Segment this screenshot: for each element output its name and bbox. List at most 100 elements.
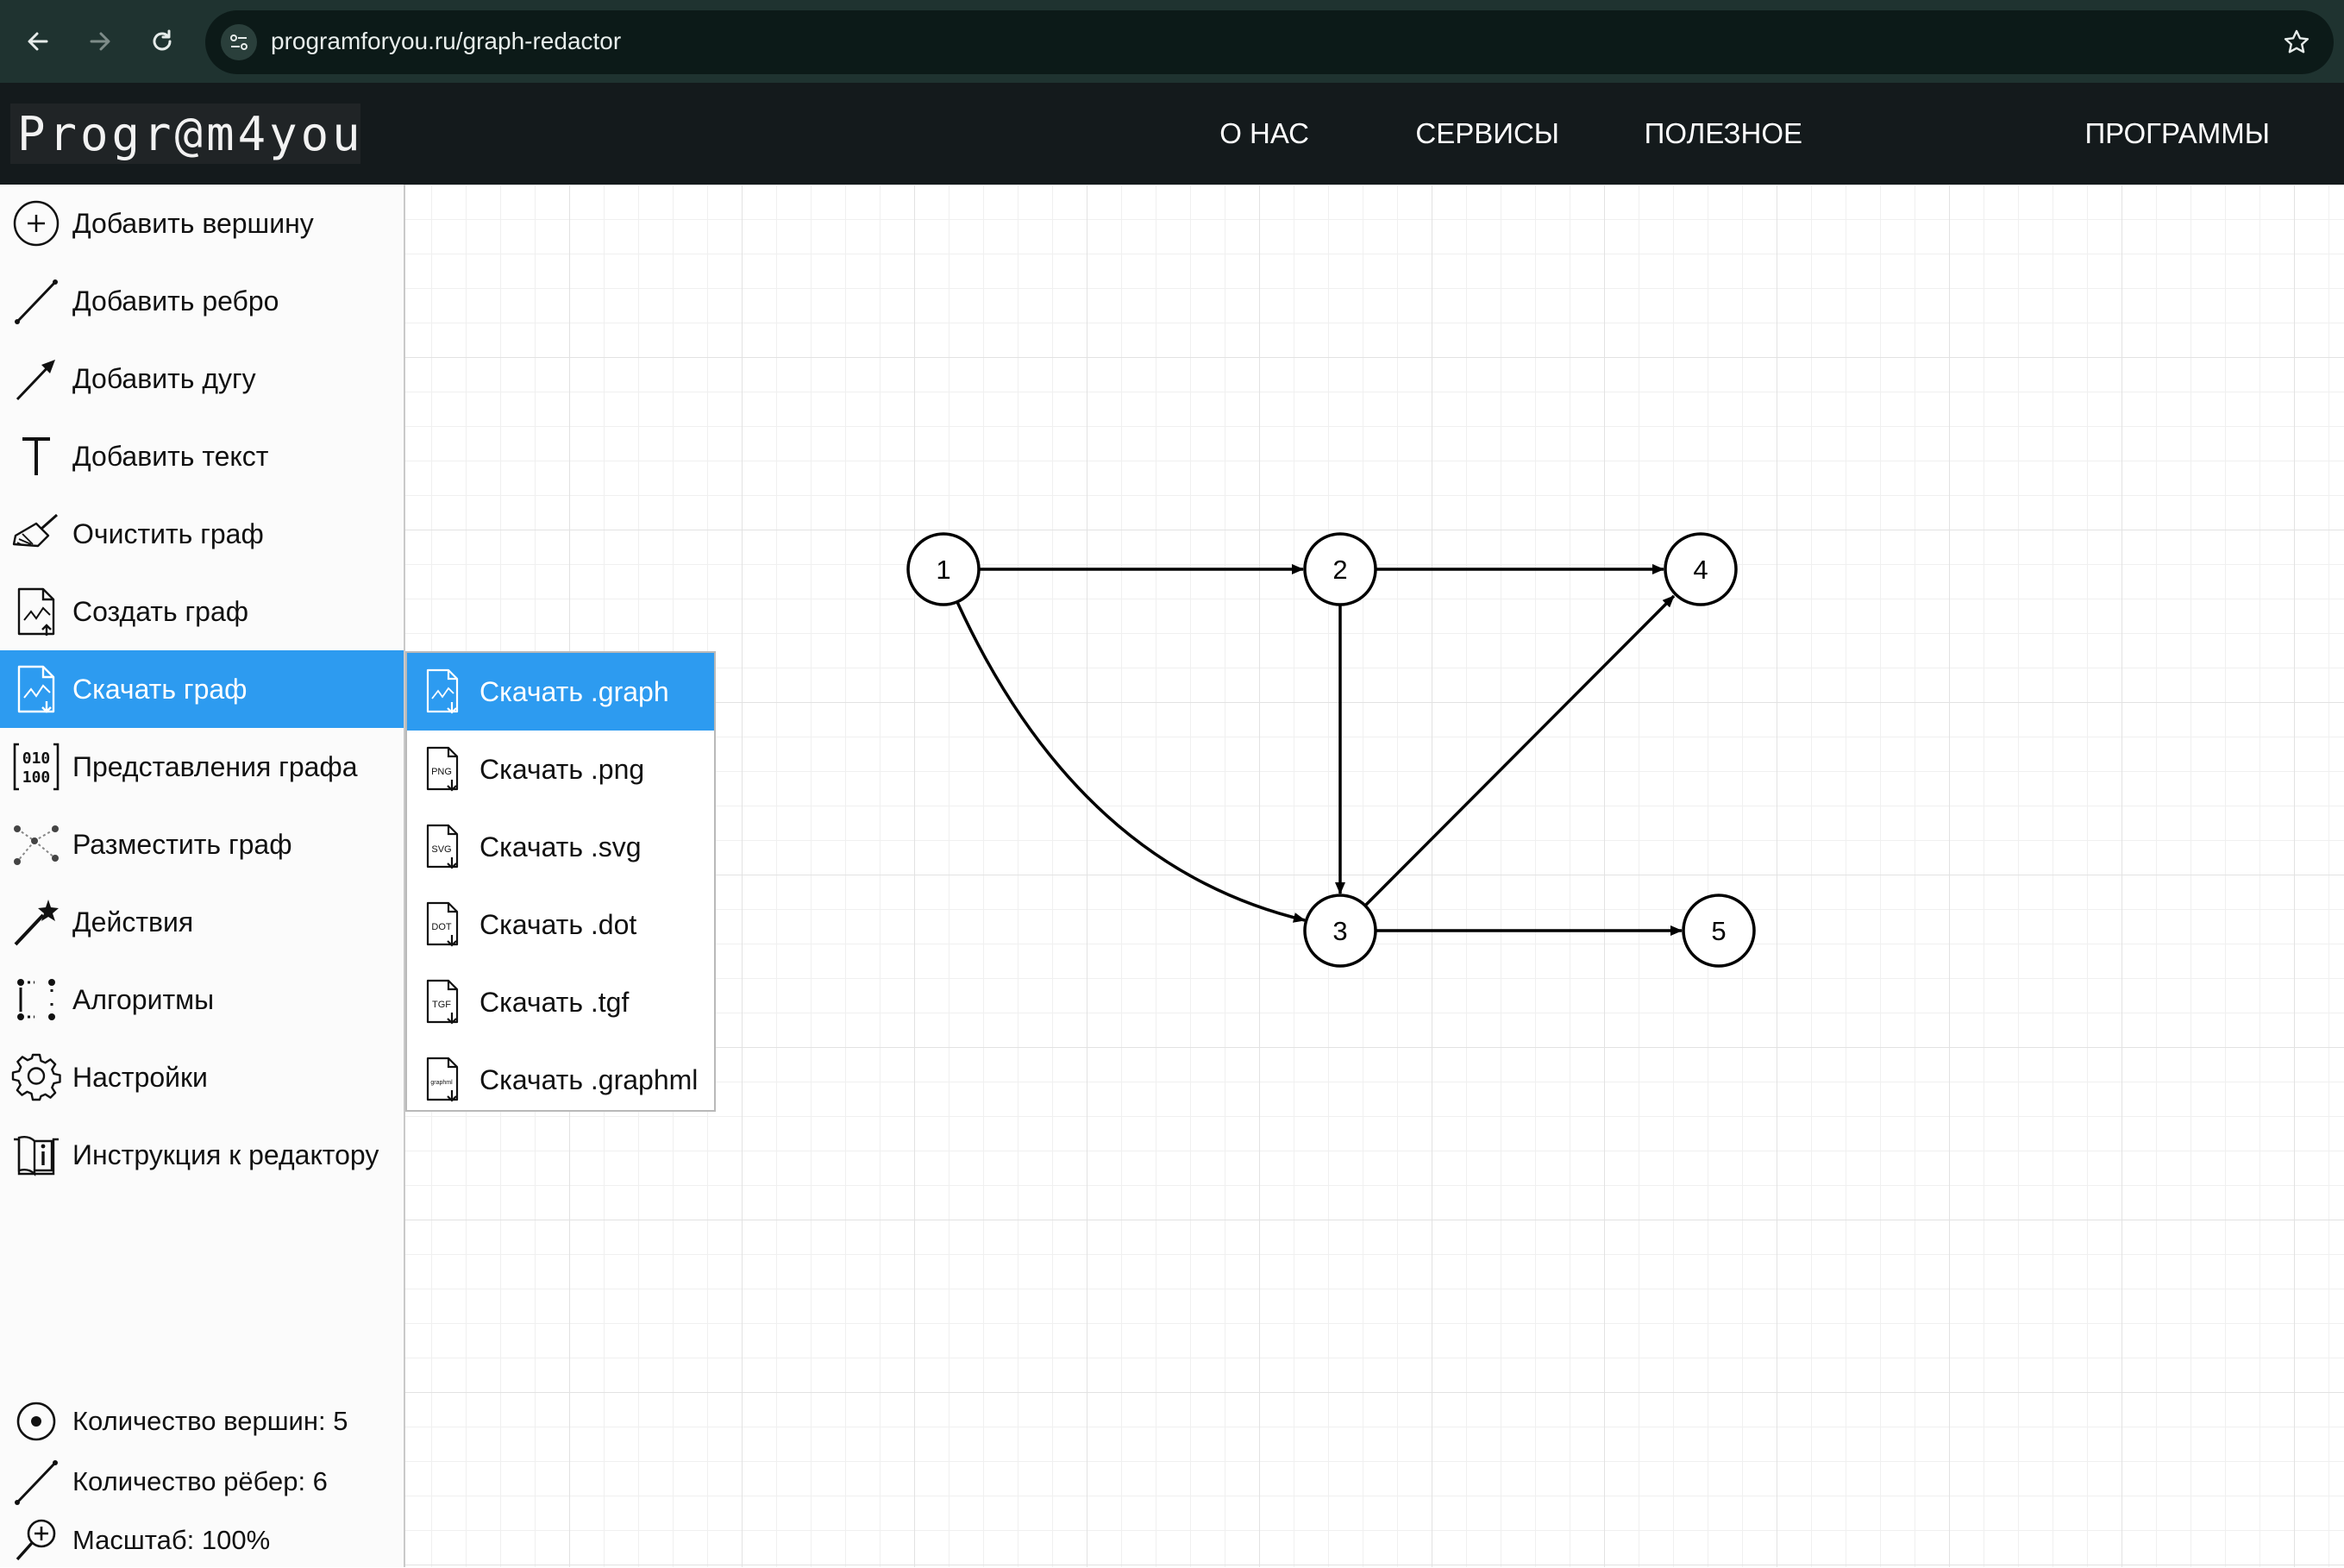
svg-badge: SVG xyxy=(431,844,451,855)
download-graph-option[interactable]: Скачать .graph xyxy=(407,653,714,731)
sidebar-item-editor-manual[interactable]: Инструкция к редактору xyxy=(0,1116,404,1194)
download-graphml-option[interactable]: graphml Скачать .graphml xyxy=(407,1041,714,1119)
sidebar-item-label: Разместить граф xyxy=(72,828,292,860)
sidebar-item-label: Добавить дугу xyxy=(72,362,256,394)
add-arc-icon xyxy=(0,340,72,417)
vertex-count: Количество вершин: 5 xyxy=(0,1394,404,1449)
sidebar-item-label: Создать граф xyxy=(72,595,249,627)
sidebar-item-label: Скачать граф xyxy=(72,673,248,705)
download-option-label: Скачать .dot xyxy=(479,908,637,940)
graph-node-5[interactable]: 5 xyxy=(1682,894,1756,968)
address-bar[interactable]: programforyou.ru/graph-redactor xyxy=(205,10,2334,74)
graph-node-4[interactable]: 4 xyxy=(1664,532,1738,606)
add-vertex-icon xyxy=(0,185,72,262)
sidebar-item-download-graph[interactable]: Скачать граф xyxy=(0,650,404,728)
graph-node-label: 1 xyxy=(936,555,950,585)
graph-node-3[interactable]: 3 xyxy=(1303,894,1377,968)
site-header: Progr@m4you О НАС СЕРВИСЫ ПОЛЕЗНОЕ ПРОГР… xyxy=(0,83,2344,185)
create-graph-icon xyxy=(0,573,72,650)
sidebar-item-create-graph[interactable]: Создать граф xyxy=(0,573,404,650)
sidebar-item-layout-graph[interactable]: Разместить граф xyxy=(0,806,404,883)
nav-programs[interactable]: ПРОГРАММЫ xyxy=(2084,117,2270,150)
zoom-in-icon xyxy=(0,1513,72,1568)
url-text: programforyou.ru/graph-redactor xyxy=(271,28,622,54)
edge-count-icon xyxy=(0,1454,72,1509)
gear-icon xyxy=(0,1038,72,1116)
sidebar-item-graph-representations[interactable]: 010 100 Представления графа xyxy=(0,728,404,806)
download-tgf-option[interactable]: TGF Скачать .tgf xyxy=(407,963,714,1041)
sidebar-item-label: Представления графа xyxy=(72,750,358,782)
sidebar-item-clear-graph[interactable]: Очистить граф xyxy=(0,495,404,573)
sidebar-item-label: Алгоритмы xyxy=(72,983,215,1015)
svg-text:100: 100 xyxy=(22,768,51,787)
site-logo[interactable]: Progr@m4you xyxy=(10,103,360,164)
sidebar-item-actions[interactable]: Действия xyxy=(0,883,404,961)
download-option-label: Скачать .tgf xyxy=(479,986,630,1018)
sidebar-item-label: Инструкция к редактору xyxy=(72,1138,379,1170)
layout-graph-icon xyxy=(0,806,72,883)
download-option-label: Скачать .graph xyxy=(479,675,669,707)
tgf-badge: TGF xyxy=(432,1000,451,1010)
dot-badge: DOT xyxy=(431,922,452,932)
book-info-icon xyxy=(0,1116,72,1194)
download-graph-file-icon xyxy=(407,653,479,731)
graph-edge-3-4[interactable] xyxy=(1363,594,1676,907)
svg-file-icon: SVG xyxy=(407,808,479,886)
download-option-label: Скачать .svg xyxy=(479,831,642,862)
sidebar-item-settings[interactable]: Настройки xyxy=(0,1038,404,1116)
sidebar: Добавить вершину Добавить ребро Добавить… xyxy=(0,185,405,1567)
dot-file-icon: DOT xyxy=(407,886,479,963)
sidebar-item-label: Очистить граф xyxy=(72,517,264,549)
graph-node-label: 5 xyxy=(1711,916,1726,946)
zoom-level-text: Масштаб: 100% xyxy=(72,1525,271,1555)
algorithms-icon xyxy=(0,961,72,1038)
download-svg-option[interactable]: SVG Скачать .svg xyxy=(407,808,714,886)
broom-icon xyxy=(0,495,72,573)
download-option-label: Скачать .graphml xyxy=(479,1063,699,1095)
magic-wand-icon xyxy=(0,883,72,961)
add-text-icon xyxy=(0,417,72,495)
sidebar-item-label: Действия xyxy=(72,906,194,938)
png-badge: PNG xyxy=(431,767,452,777)
nav-about[interactable]: О НАС xyxy=(1219,117,1309,150)
vertex-count-icon xyxy=(0,1394,72,1449)
back-arrow-icon[interactable] xyxy=(19,22,57,60)
bookmark-star-icon[interactable] xyxy=(2278,24,2315,60)
tgf-file-icon: TGF xyxy=(407,963,479,1041)
sidebar-item-algorithms[interactable]: Алгоритмы xyxy=(0,961,404,1038)
graphml-file-icon: graphml xyxy=(407,1041,479,1119)
sidebar-item-label: Добавить текст xyxy=(72,440,269,472)
nav-useful[interactable]: ПОЛЕЗНОЕ xyxy=(1645,117,1802,150)
graph-node-2[interactable]: 2 xyxy=(1303,532,1377,606)
add-edge-icon xyxy=(0,262,72,340)
reload-icon[interactable] xyxy=(143,22,181,60)
graph-node-label: 3 xyxy=(1332,916,1347,946)
sidebar-item-label: Настройки xyxy=(72,1061,208,1093)
edge-count: Количество рёбер: 6 xyxy=(0,1454,404,1509)
graphml-badge: graphml xyxy=(430,1080,453,1086)
sidebar-item-label: Добавить вершину xyxy=(72,207,314,239)
graph-edge-1-3[interactable] xyxy=(956,601,1306,923)
sidebar-item-add-edge[interactable]: Добавить ребро xyxy=(0,262,404,340)
download-submenu: Скачать .graph PNG Скачать .png SVG Скач… xyxy=(405,651,716,1112)
edge-count-text: Количество рёбер: 6 xyxy=(72,1466,328,1496)
browser-toolbar: programforyou.ru/graph-redactor xyxy=(0,0,2344,85)
binary-matrix-icon: 010 100 xyxy=(0,728,72,806)
graph-node-label: 4 xyxy=(1693,555,1708,585)
sidebar-item-label: Добавить ребро xyxy=(72,285,279,317)
download-png-option[interactable]: PNG Скачать .png xyxy=(407,731,714,808)
forward-arrow-icon[interactable] xyxy=(81,22,119,60)
sidebar-item-add-text[interactable]: Добавить текст xyxy=(0,417,404,495)
vertex-count-text: Количество вершин: 5 xyxy=(72,1406,348,1436)
nav-services[interactable]: СЕРВИСЫ xyxy=(1415,117,1559,150)
download-dot-option[interactable]: DOT Скачать .dot xyxy=(407,886,714,963)
sidebar-item-add-arc[interactable]: Добавить дугу xyxy=(0,340,404,417)
graph-node-1[interactable]: 1 xyxy=(906,532,981,606)
sidebar-item-add-vertex[interactable]: Добавить вершину xyxy=(0,185,404,262)
graph-node-label: 2 xyxy=(1332,555,1347,585)
png-file-icon: PNG xyxy=(407,731,479,808)
download-option-label: Скачать .png xyxy=(479,753,645,785)
site-settings-icon[interactable] xyxy=(221,24,257,60)
svg-text:010: 010 xyxy=(22,750,51,768)
zoom-level: Масштаб: 100% xyxy=(0,1513,404,1568)
